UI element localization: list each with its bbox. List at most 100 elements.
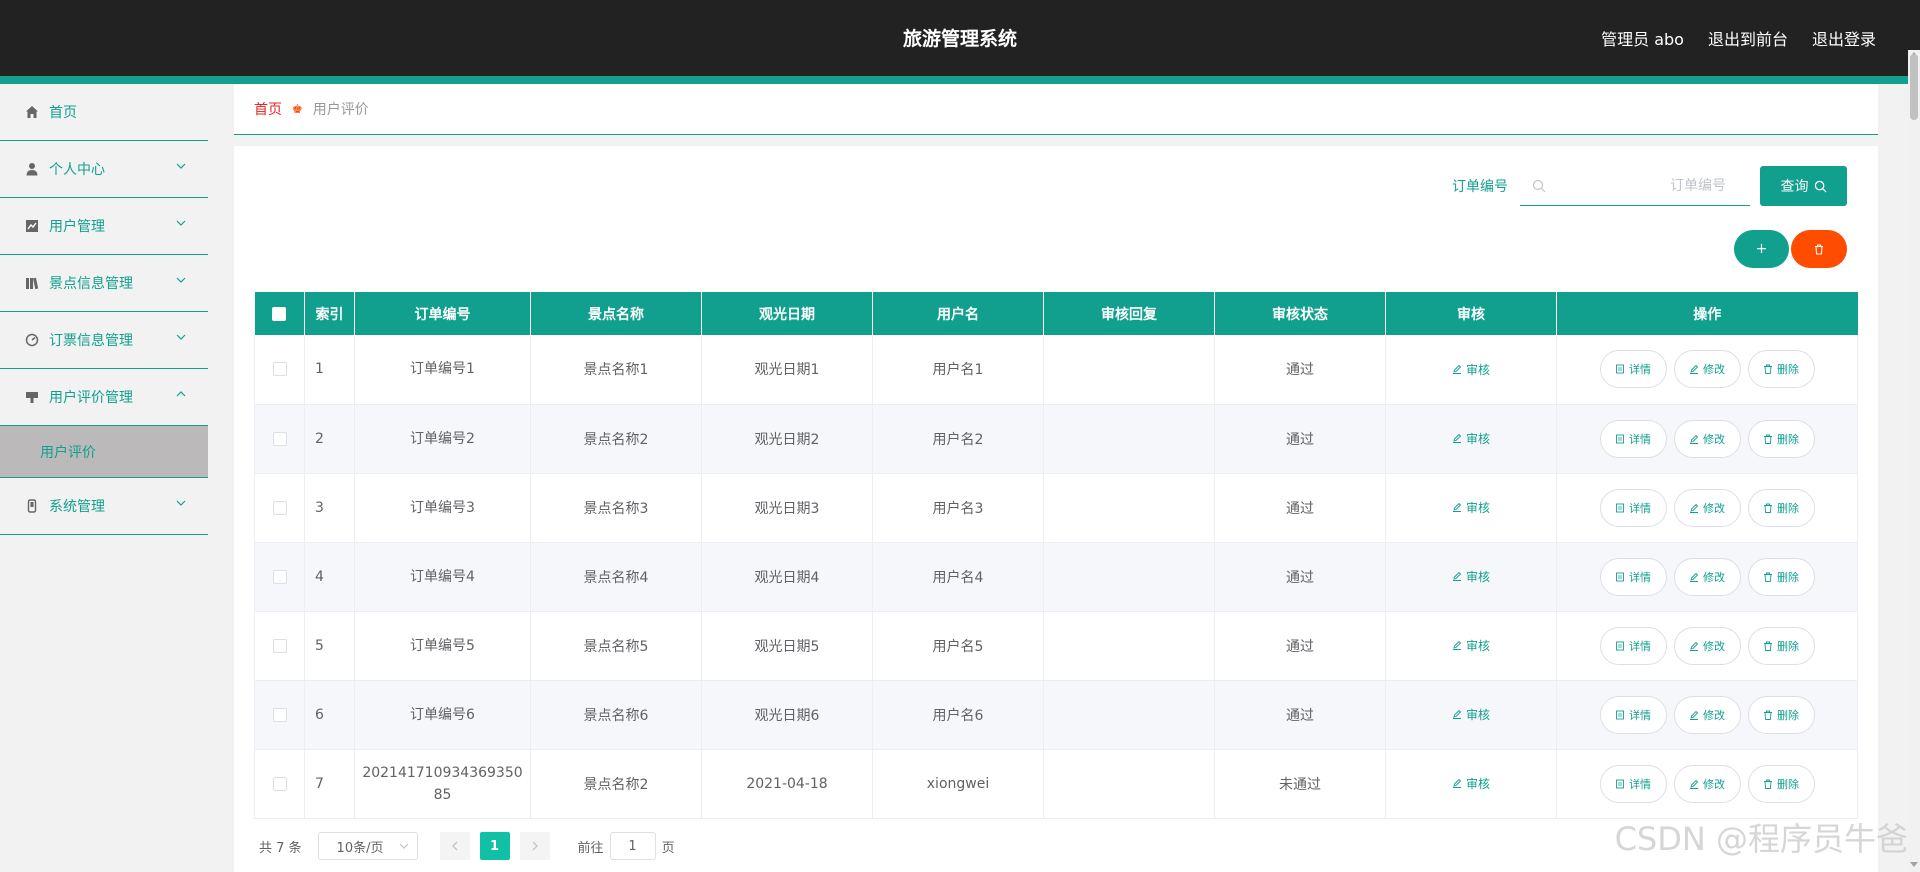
row-checkbox[interactable] [272,362,287,377]
select-all-header [254,292,305,335]
select-all-checkbox[interactable] [272,306,287,321]
prev-page-button[interactable] [439,832,470,860]
operations-cell: 详情 修改 删除 [1556,680,1858,750]
audit-status-cell: 通过 [1214,611,1386,681]
search-icon [1532,179,1546,192]
sidebar-item-label: 用户评价管理 [49,390,133,406]
search-icon [1814,180,1827,193]
page-scrollbar[interactable] [1908,50,1920,872]
scroll-down-arrow[interactable] [1910,862,1918,867]
sidebar-item-spot-management[interactable]: 景点信息管理 [0,255,208,312]
logout-link[interactable]: 退出登录 [1812,26,1876,50]
edit-button[interactable]: 修改 [1673,419,1741,458]
column-header: 用户名 [872,292,1044,335]
delete-label: 删除 [1777,777,1799,791]
audit-label: 审核 [1465,569,1490,584]
audit-link[interactable]: 审核 [1452,568,1490,585]
operations-cell: 详情 修改 删除 [1556,473,1858,543]
exit-to-front-link[interactable]: 退出到前台 [1708,26,1788,50]
delete-button[interactable]: 删除 [1747,557,1815,596]
row-checkbox[interactable] [272,707,287,722]
visit-date-cell: 观光日期5 [701,611,873,681]
audit-link[interactable]: 审核 [1452,706,1490,723]
detail-button[interactable]: 详情 [1599,626,1667,665]
goto-page-input[interactable] [609,832,656,860]
breadcrumb-home-link[interactable]: 首页 [254,99,282,119]
edit-button[interactable]: 修改 [1673,626,1741,665]
edit-button[interactable]: 修改 [1673,695,1741,734]
column-header: 操作 [1556,292,1858,335]
operations-cell: 详情 修改 删除 [1556,749,1858,819]
document-icon [1616,572,1624,581]
username-cell: 用户名2 [872,404,1044,474]
column-header: 景点名称 [530,292,702,335]
row-checkbox[interactable] [272,569,287,584]
sidebar-subitem-user-review[interactable]: 用户评价 [0,426,208,478]
delete-label: 删除 [1777,501,1799,515]
edit-label: 修改 [1703,570,1725,584]
username-cell: 用户名4 [872,542,1044,612]
detail-button[interactable]: 详情 [1599,350,1667,389]
document-icon [1616,779,1624,788]
order-number-cell: 20214171093436935085 [354,749,531,819]
audit-reply-cell [1043,404,1215,474]
chevron-left-icon [451,841,458,851]
delete-button[interactable]: 删除 [1747,419,1815,458]
row-checkbox[interactable] [272,431,287,446]
add-button[interactable]: + [1734,230,1789,268]
audit-cell: 审核 [1385,542,1557,612]
delete-button[interactable]: 删除 [1747,764,1815,803]
detail-button[interactable]: 详情 [1599,557,1667,596]
audit-link[interactable]: 审核 [1452,637,1490,654]
delete-button[interactable]: 删除 [1747,695,1815,734]
query-button[interactable]: 查询 [1760,166,1847,206]
sidebar-item-personal-center[interactable]: 个人中心 [0,141,208,198]
delete-button[interactable]: 删除 [1747,488,1815,527]
header-actions: 管理员 abo 退出到前台 退出登录 [1601,26,1876,50]
watermark: CSDN @程序员牛爸 [1614,820,1908,858]
detail-button[interactable]: 详情 [1599,695,1667,734]
audit-link[interactable]: 审核 [1452,430,1490,447]
spot-name-cell: 景点名称2 [530,749,702,819]
sidebar-item-ticket-management[interactable]: 订票信息管理 [0,312,208,369]
audit-label: 审核 [1465,707,1490,722]
index-cell: 7 [304,749,355,819]
order-number-search-input[interactable] [1546,177,1736,194]
row-checkbox[interactable] [272,776,287,791]
detail-button[interactable]: 详情 [1599,419,1667,458]
delete-button[interactable]: 删除 [1747,626,1815,665]
row-checkbox[interactable] [272,638,287,653]
detail-button[interactable]: 详情 [1599,764,1667,803]
document-icon [1616,364,1624,374]
page-size-value: 10条/页 [336,840,384,856]
table-row: 2 订单编号2 景点名称2 观光日期2 用户名2 通过 审核 详情 修改 删除 [254,404,1858,474]
detail-button[interactable]: 详情 [1599,488,1667,527]
delete-button[interactable]: 删除 [1747,350,1815,389]
document-icon [1616,710,1624,719]
next-page-button[interactable] [519,832,550,860]
batch-delete-button[interactable] [1791,230,1847,268]
page-number-current[interactable]: 1 [479,832,510,860]
detail-label: 详情 [1629,639,1651,653]
edit-button[interactable]: 修改 [1673,557,1741,596]
sidebar-item-home[interactable]: 首页 [0,84,208,141]
row-checkbox[interactable] [272,500,287,515]
username-cell: 用户名5 [872,611,1044,681]
column-header: 观光日期 [701,292,873,335]
audit-link[interactable]: 审核 [1452,361,1490,378]
document-icon [1616,503,1624,512]
edit-button[interactable]: 修改 [1673,764,1741,803]
sidebar-item-user-management[interactable]: 用户管理 [0,198,208,255]
edit-button[interactable]: 修改 [1673,350,1741,389]
page-size-select[interactable]: 10条/页 [317,832,418,860]
edit-button[interactable]: 修改 [1673,488,1741,527]
delete-label: 删除 [1777,708,1799,722]
sidebar-item-review-management[interactable]: 用户评价管理 [0,369,208,426]
sidebar-item-system-management[interactable]: 系统管理 [0,478,208,535]
scroll-thumb[interactable] [1910,54,1918,120]
edit-label: 修改 [1703,501,1725,515]
user-icon [24,161,40,177]
audit-link[interactable]: 审核 [1452,499,1490,516]
detail-label: 详情 [1629,432,1651,446]
audit-link[interactable]: 审核 [1452,775,1490,792]
